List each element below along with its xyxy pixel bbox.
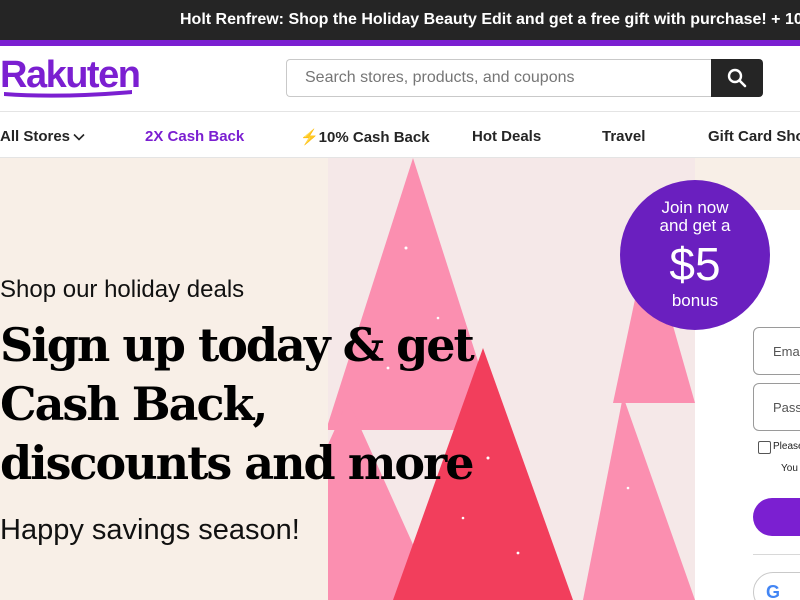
search-icon (727, 68, 747, 88)
consent-checkbox[interactable] (758, 441, 771, 454)
promo-text[interactable]: Holt Renfrew: Shop the Holiday Beauty Ed… (180, 11, 800, 29)
password-field-label: Passw (773, 400, 800, 415)
join-button[interactable] (753, 498, 800, 536)
nav-travel[interactable]: Travel (602, 128, 645, 145)
nav-hot-deals-label: Hot Deals (472, 128, 542, 145)
nav-10-cash-back-label: ⚡10% Cash Back (300, 129, 430, 146)
email-field-label: Ema (773, 344, 800, 359)
category-nav: All Stores 2X Cash Back ⚡10% Cash Back H… (0, 112, 800, 158)
join-bonus-badge: Join now and get a $5 bonus (620, 180, 770, 330)
nav-gift-cards[interactable]: Gift Card Sho (708, 128, 800, 145)
nav-all-stores-label: All Stores (0, 128, 71, 145)
nav-gift-cards-label: Gift Card Sho (708, 128, 800, 145)
google-signin-button[interactable]: G (753, 572, 800, 600)
email-field[interactable]: Ema (753, 327, 800, 375)
site-header: Rakuten (0, 46, 800, 112)
badge-line-1: Join now (661, 198, 729, 217)
badge-amount: $5 (669, 238, 721, 290)
hero-tagline: Happy savings season! (0, 514, 300, 546)
badge-line-2: and get a (659, 216, 731, 235)
google-icon: G (766, 582, 781, 600)
logo-text: Rakuten (0, 54, 139, 96)
badge-bonus: bonus (671, 291, 719, 310)
search-button[interactable] (711, 59, 763, 97)
password-field[interactable]: Passw (753, 383, 800, 431)
rakuten-logo[interactable]: Rakuten (0, 54, 141, 111)
nav-2x-cash-back[interactable]: 2X Cash Back (145, 128, 244, 145)
nav-hot-deals[interactable]: Hot Deals (472, 128, 541, 145)
search-input[interactable] (286, 59, 713, 97)
terms-text: You (781, 463, 798, 474)
nav-all-stores[interactable]: All Stores (0, 128, 85, 145)
consent-label: Please (773, 441, 800, 452)
nav-travel-label: Travel (602, 128, 646, 145)
chevron-down-icon (73, 133, 85, 141)
form-divider (753, 554, 800, 555)
search-bar (286, 59, 763, 97)
hero-subtitle: Shop our holiday deals (0, 276, 245, 303)
nav-10-cash-back[interactable]: ⚡10% Cash Back (300, 128, 430, 146)
promo-banner[interactable]: Holt Renfrew: Shop the Holiday Beauty Ed… (0, 0, 800, 40)
nav-2x-cash-back-label: 2X Cash Back (145, 128, 245, 145)
hero-title: Sign up today & get Cash Back, discounts… (0, 318, 475, 490)
